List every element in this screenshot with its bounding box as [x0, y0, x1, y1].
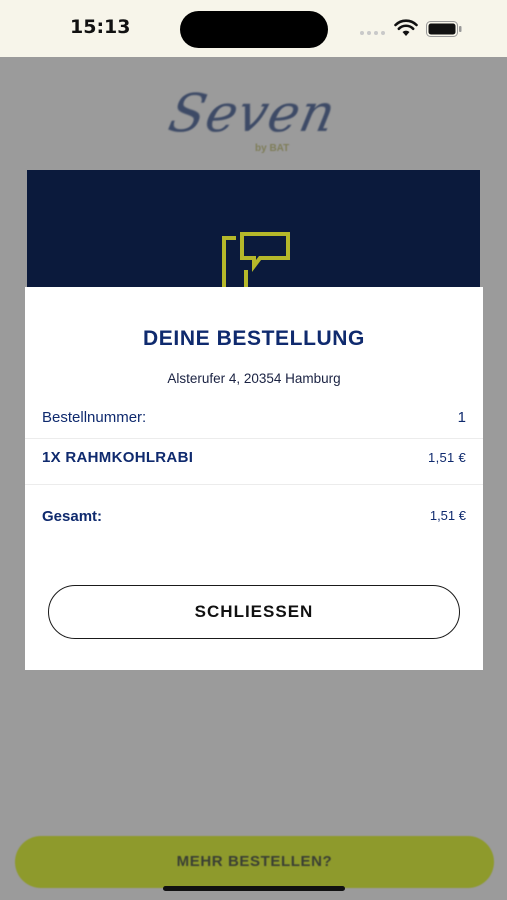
dialog-title: DEINE BESTELLUNG [143, 327, 365, 350]
clock: 15:13 [70, 16, 131, 38]
divider [25, 484, 483, 485]
dynamic-island [180, 11, 328, 48]
close-button[interactable]: SCHLIESSEN [48, 585, 460, 639]
home-indicator[interactable] [163, 886, 345, 891]
store-address: Alsterufer 4, 20354 Hamburg [167, 371, 341, 386]
order-more-button[interactable]: MEHR BESTELLEN? [15, 836, 494, 888]
item-price: 1,51 € [428, 450, 466, 465]
cellular-signal-icon [360, 31, 386, 35]
order-number-label: Bestellnummer: [42, 409, 147, 426]
battery-icon [426, 21, 462, 37]
order-number-value: 1 [457, 409, 466, 426]
item-name: 1X RAHMKOHLRABI [42, 449, 194, 466]
total-label: Gesamt: [42, 508, 103, 525]
order-confirmation-dialog: DEINE BESTELLUNG Alsterufer 4, 20354 Ham… [25, 287, 483, 670]
total-value: 1,51 € [429, 508, 466, 523]
status-bar: 15:13 [0, 0, 507, 57]
divider [25, 438, 483, 439]
hero-banner [27, 170, 480, 290]
logo-subtext: by BAT [255, 143, 290, 154]
seven-logo: Seven [163, 84, 342, 144]
device-chat-icon [222, 232, 290, 290]
wifi-icon [394, 19, 418, 36]
